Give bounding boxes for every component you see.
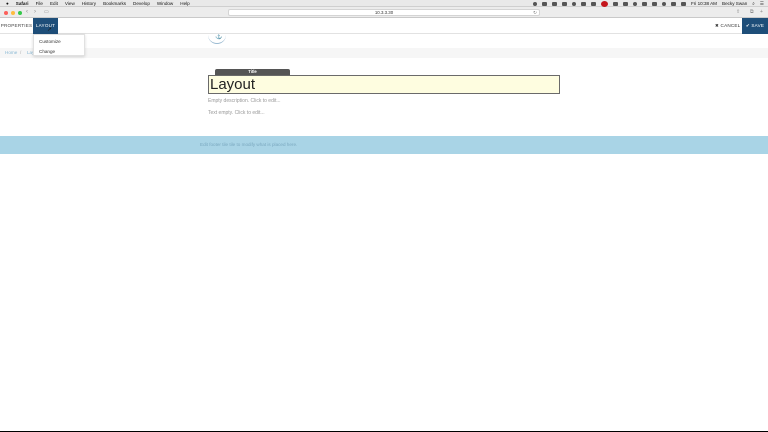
shield-icon[interactable] bbox=[541, 1, 547, 6]
cancel-button[interactable]: ✖ CANCEL bbox=[715, 18, 741, 34]
anchor-icon: ⚓ bbox=[215, 34, 223, 40]
save-label: SAVE bbox=[751, 23, 765, 28]
recording-icon[interactable] bbox=[600, 0, 608, 7]
cloud-icon[interactable] bbox=[551, 1, 557, 6]
reload-icon[interactable]: ↻ bbox=[533, 10, 537, 15]
menu-bar-left: ● Safari File Edit View History Bookmark… bbox=[6, 0, 190, 7]
new-tab-icon[interactable]: + bbox=[760, 9, 763, 16]
tab-layout[interactable]: LAYOUT bbox=[33, 18, 58, 34]
description-field[interactable]: Empty description. Click to edit... bbox=[208, 98, 281, 104]
time-machine-icon[interactable] bbox=[632, 1, 637, 6]
clock[interactable]: Fri 10:38 AM bbox=[691, 0, 717, 7]
menu-file[interactable]: File bbox=[36, 0, 43, 7]
breadcrumb: Home / Lay bbox=[0, 48, 768, 58]
spotlight-icon[interactable]: ⌕ bbox=[752, 0, 755, 7]
sidebar-icon[interactable]: ▭ bbox=[44, 9, 49, 16]
tab-properties[interactable]: PROPERTIES bbox=[0, 18, 33, 34]
breadcrumb-separator: / bbox=[20, 50, 22, 55]
volume-icon[interactable] bbox=[670, 1, 676, 6]
battery-icon[interactable] bbox=[680, 1, 686, 6]
close-icon: ✖ bbox=[715, 23, 720, 28]
url-text: 10.3.3.30 bbox=[374, 10, 394, 15]
menu-history[interactable]: History bbox=[82, 0, 96, 7]
menu-view[interactable]: View bbox=[65, 0, 75, 7]
menu-bookmarks[interactable]: Bookmarks bbox=[103, 0, 126, 7]
close-window-icon[interactable] bbox=[4, 10, 8, 15]
status-icon[interactable] bbox=[532, 1, 537, 6]
menu-safari[interactable]: Safari bbox=[16, 0, 29, 7]
breadcrumb-home[interactable]: Home bbox=[5, 48, 17, 58]
minimize-window-icon[interactable] bbox=[11, 10, 15, 15]
layout-dropdown-menu: Customize Change bbox=[33, 34, 85, 56]
menu-window[interactable]: Window bbox=[157, 0, 173, 7]
mouse-cursor-icon: ➚ bbox=[47, 27, 53, 33]
menu-develop[interactable]: Develop bbox=[133, 0, 150, 7]
screen: ● Safari File Edit View History Bookmark… bbox=[0, 0, 768, 431]
check-icon: ✔ bbox=[745, 23, 750, 28]
menu-edit[interactable]: Edit bbox=[50, 0, 58, 7]
airplay-icon[interactable] bbox=[651, 1, 657, 6]
window-icon[interactable] bbox=[580, 1, 586, 6]
forward-icon[interactable]: › bbox=[34, 9, 36, 16]
browser-toolbar: ‹ › ▭ 10.3.3.30 ↻ ⇧ ⧉ + bbox=[0, 7, 768, 18]
menu-item-customize[interactable]: Customize bbox=[39, 39, 61, 45]
edit-toolbar: PROPERTIES LAYOUT ✖ CANCEL ✔ SAVE bbox=[0, 18, 768, 34]
save-button[interactable]: ✔ SAVE bbox=[742, 18, 768, 34]
lastpass-icon[interactable] bbox=[590, 1, 596, 6]
maximize-window-icon[interactable] bbox=[18, 10, 22, 15]
footer-hint: Edit footer tile tile to modify what is … bbox=[200, 142, 298, 147]
footer-tile[interactable]: Edit footer tile tile to modify what is … bbox=[0, 136, 768, 154]
drive-icon[interactable] bbox=[561, 1, 567, 6]
address-bar[interactable]: 10.3.3.30 ↻ bbox=[228, 9, 540, 16]
share-icon[interactable]: ⇧ bbox=[736, 9, 740, 16]
cloud-sync-icon[interactable] bbox=[612, 1, 618, 6]
back-icon[interactable]: ‹ bbox=[26, 9, 28, 16]
user-name[interactable]: Becky Swan bbox=[722, 0, 747, 7]
menu-bar: ● Safari File Edit View History Bookmark… bbox=[0, 0, 768, 7]
apple-menu-icon[interactable]: ● bbox=[6, 0, 9, 7]
tabs-icon[interactable]: ⧉ bbox=[750, 9, 754, 16]
notification-center-icon[interactable]: ☰ bbox=[760, 0, 764, 7]
wifi-icon[interactable] bbox=[661, 1, 666, 6]
bluetooth-icon[interactable] bbox=[641, 1, 647, 6]
menu-item-change[interactable]: Change bbox=[39, 49, 55, 55]
menu-bar-right: Fri 10:38 AM Becky Swan ⌕ ☰ bbox=[532, 0, 764, 7]
menu-help[interactable]: Help bbox=[180, 0, 189, 7]
text-field[interactable]: Text empty. Click to edit... bbox=[208, 110, 265, 116]
page-title[interactable]: Layout bbox=[210, 76, 255, 94]
upload-icon[interactable] bbox=[571, 1, 576, 6]
display-icon[interactable] bbox=[622, 1, 628, 6]
cancel-label: CANCEL bbox=[720, 23, 741, 28]
title-field[interactable]: Layout bbox=[208, 75, 560, 94]
